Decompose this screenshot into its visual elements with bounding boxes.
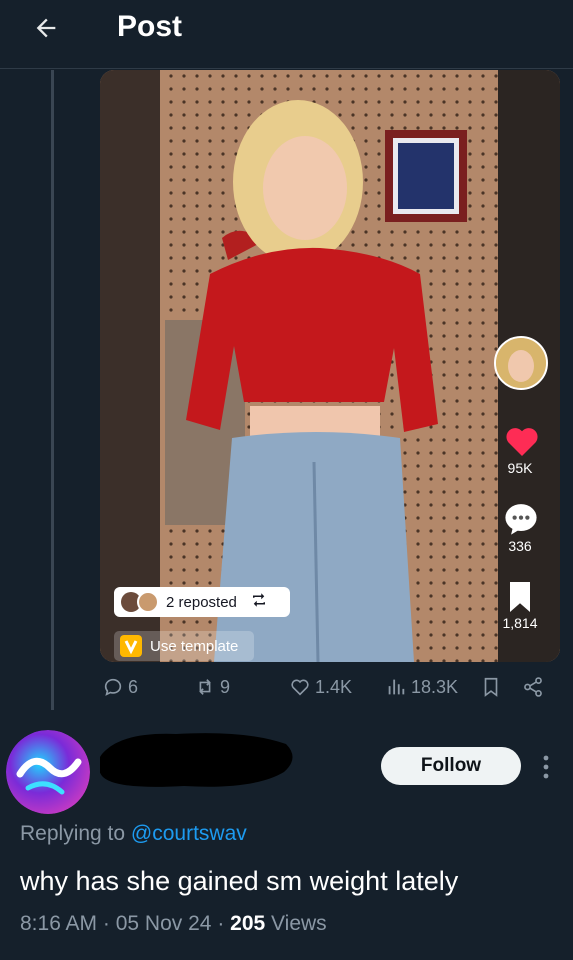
reply-author-avatar[interactable] xyxy=(6,730,90,814)
replying-to-line: Replying to @courtswav xyxy=(20,822,247,846)
video-frame-image xyxy=(100,70,560,662)
template-icon xyxy=(120,635,142,657)
reply-count: 6 xyxy=(128,676,139,697)
video-save-count: 1,814 xyxy=(502,615,538,631)
repost-button[interactable]: 9 xyxy=(194,676,230,698)
post-views-label: Views xyxy=(271,912,327,935)
post-views-count: 205 xyxy=(230,912,266,935)
replying-to-label: Replying to xyxy=(20,822,131,845)
replying-to-handle[interactable]: @courtswav xyxy=(131,822,247,845)
repost-icon xyxy=(199,679,211,695)
video-like-count: 95K xyxy=(507,460,533,476)
post-action-bar: 6 9 1.4K 18.3K xyxy=(100,676,560,706)
repost-avatars-icon xyxy=(120,591,162,613)
comment-icon[interactable] xyxy=(504,502,538,541)
share-button[interactable] xyxy=(522,676,544,698)
reply-icon xyxy=(104,678,122,696)
top-bar: Post xyxy=(0,0,573,69)
thread-line xyxy=(51,70,54,710)
heart-icon[interactable] xyxy=(504,424,540,463)
bookmark-icon[interactable] xyxy=(507,582,533,617)
bookmark-button[interactable] xyxy=(480,676,502,698)
video-comment-count: 336 xyxy=(508,538,532,554)
share-icon xyxy=(524,677,542,697)
heart-outline-icon xyxy=(291,679,309,696)
creator-avatar[interactable] xyxy=(494,336,548,390)
post-time[interactable]: 8:16 AM xyxy=(20,912,97,935)
redacted-username xyxy=(97,728,298,790)
post-metadata: 8:16 AM · 05 Nov 24 · 205 Views xyxy=(20,912,327,935)
repost-chip[interactable]: 2 reposted xyxy=(114,587,290,617)
video-side-rail: 95K 336 1,814 xyxy=(494,70,560,662)
post-date[interactable]: 05 Nov 24 xyxy=(116,912,212,935)
repost-count: 9 xyxy=(220,676,231,697)
like-count: 1.4K xyxy=(315,676,353,697)
follow-button[interactable]: Follow xyxy=(381,747,521,785)
like-button[interactable]: 1.4K xyxy=(289,676,352,698)
reply-text: why has she gained sm weight lately xyxy=(20,866,459,896)
use-template-chip[interactable]: Use template xyxy=(114,631,254,661)
bar-chart-icon xyxy=(388,679,405,695)
repost-chip-label: 2 reposted xyxy=(166,593,237,611)
arrow-left-icon[interactable] xyxy=(30,12,62,44)
page-title: Post xyxy=(117,10,183,43)
use-template-label: Use template xyxy=(150,637,239,655)
bookmark-outline-icon xyxy=(484,677,498,697)
view-count: 18.3K xyxy=(411,676,459,697)
views-button[interactable]: 18.3K xyxy=(385,676,458,698)
more-options-icon[interactable] xyxy=(536,752,556,782)
repost-icon xyxy=(249,591,269,613)
post-video[interactable]: 95K 336 1,814 2 reposted Use template xyxy=(100,70,560,662)
reply-button[interactable]: 6 xyxy=(102,676,138,698)
